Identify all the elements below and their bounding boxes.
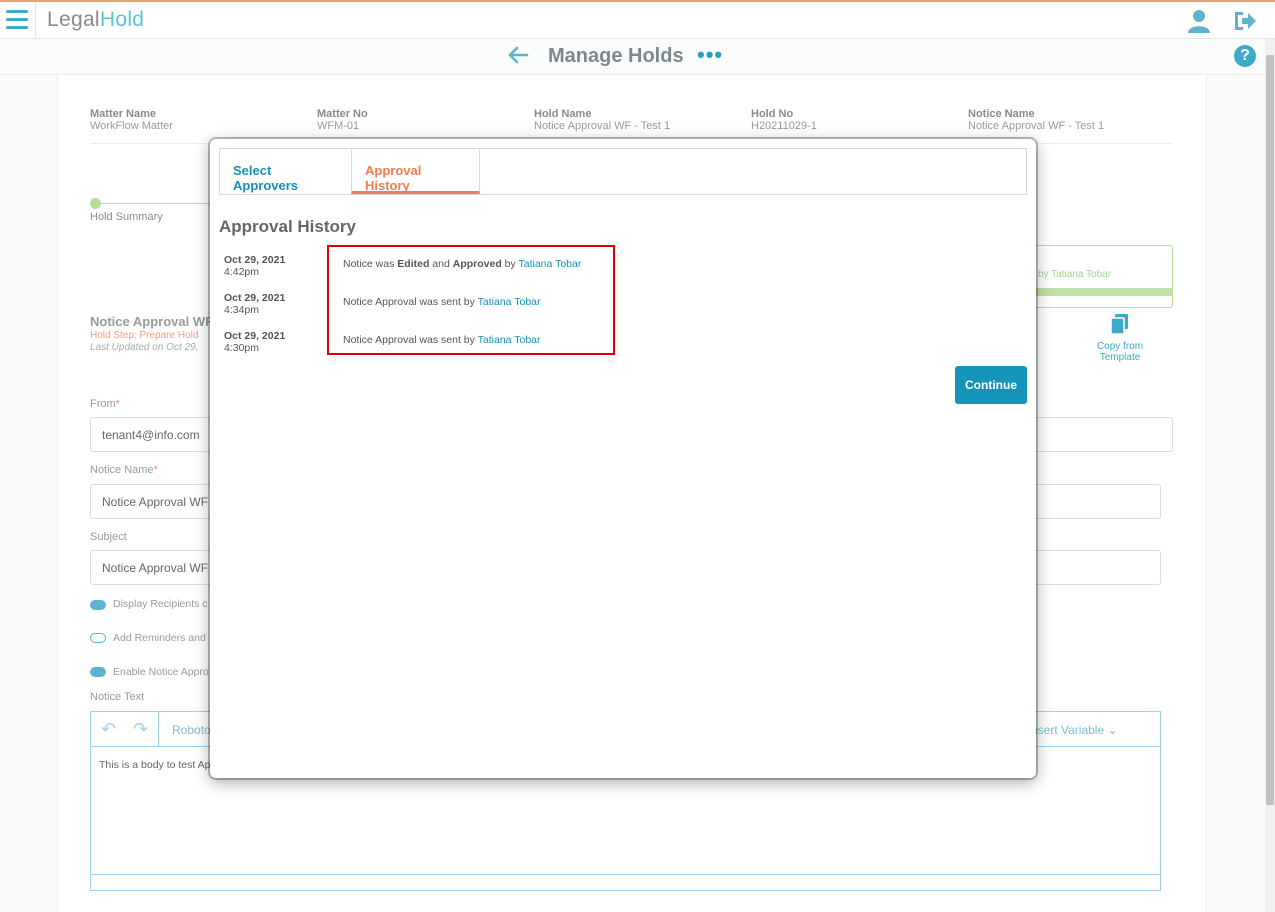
highlight-box: [327, 245, 615, 355]
tab-approval-history[interactable]: Approval History: [351, 149, 480, 194]
history-date: Oct 29, 2021: [224, 330, 286, 342]
continue-button[interactable]: Continue: [955, 366, 1027, 404]
history-time: 4:30pm: [224, 342, 260, 354]
history-date: Oct 29, 2021: [224, 292, 286, 304]
history-time: 4:42pm: [224, 266, 260, 278]
history-time: 4:34pm: [224, 304, 260, 316]
approval-history-title: Approval History: [219, 217, 356, 236]
modal-tabs: Select Approvers Approval History: [219, 148, 1027, 195]
approval-modal: Select Approvers Approval History Approv…: [210, 139, 1036, 778]
tab-select-approvers[interactable]: Select Approvers: [220, 149, 351, 194]
history-date: Oct 29, 2021: [224, 254, 286, 266]
